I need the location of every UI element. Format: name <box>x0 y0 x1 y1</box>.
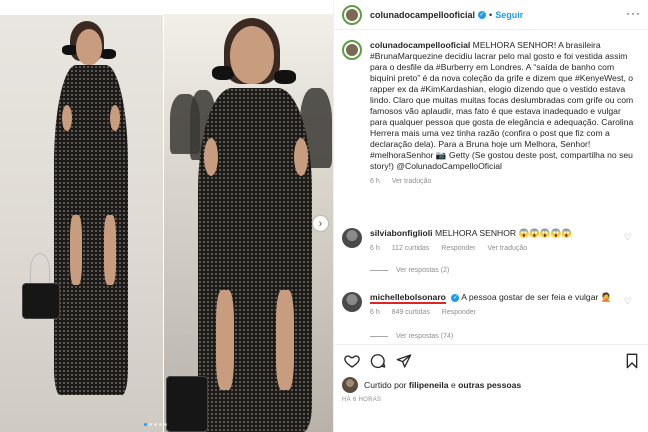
action-bar <box>334 344 648 374</box>
reply-link[interactable]: Responder <box>442 309 476 316</box>
follow-button[interactable]: Seguir <box>495 10 523 20</box>
comment-text: A pessoa gostar de ser feia e vulgar 🤦 <box>461 292 612 302</box>
avatar[interactable] <box>342 40 362 60</box>
share-icon[interactable] <box>396 353 412 369</box>
post-info-panel: colunadocampellooficial ✓ • Seguir ··· c… <box>333 0 648 432</box>
carousel-dot <box>144 423 147 426</box>
post-timestamp: HÁ 6 HORAS <box>342 397 382 403</box>
view-replies-label[interactable]: Ver respostas (74) <box>396 333 453 340</box>
avatar[interactable] <box>342 228 362 248</box>
post-media-carousel[interactable]: › <box>0 0 333 432</box>
liked-by-prefix: Curtido por <box>364 380 407 390</box>
carousel-next-button[interactable]: › <box>313 216 328 231</box>
translate-link[interactable]: Ver tradução <box>392 178 432 185</box>
handbag-right <box>166 376 208 432</box>
comment-item: silviabonfiglioli MELHORA SENHOR 😱😱😱😱😱 6… <box>342 228 642 254</box>
comment-username[interactable]: silviabonfiglioli <box>370 228 433 238</box>
separator-dot: • <box>489 9 493 20</box>
caption-time: 6 h <box>370 178 380 185</box>
heart-icon[interactable]: ♡ <box>624 296 632 307</box>
handbag-left <box>22 283 60 319</box>
view-replies-label[interactable]: Ver respostas (2) <box>396 267 449 274</box>
comment-username[interactable]: michellebolsonaro <box>370 292 446 304</box>
carousel-dots <box>144 423 167 426</box>
verified-icon: ✓ <box>478 10 487 19</box>
more-options-icon[interactable]: ··· <box>626 7 641 19</box>
carousel-dot <box>164 423 167 426</box>
post-header: colunadocampellooficial ✓ • Seguir ··· <box>334 0 648 30</box>
header-username[interactable]: colunadocampellooficial <box>370 10 475 20</box>
comment-time: 6 h <box>370 309 380 316</box>
instagram-post: › colunadocampellooficial ✓ • Seguir ···… <box>0 0 648 432</box>
liked-by: Curtido por filipeneila e outras pessoas <box>342 377 521 393</box>
avatar[interactable] <box>342 377 358 393</box>
photo-runway-right <box>164 14 333 432</box>
comment-likes[interactable]: 112 curtidas <box>392 245 430 252</box>
avatar[interactable] <box>342 292 362 312</box>
comment-text: MELHORA SENHOR 😱😱😱😱😱 <box>434 228 573 238</box>
heart-icon[interactable]: ♡ <box>624 232 632 243</box>
comment-likes[interactable]: 849 curtidas <box>392 309 430 316</box>
chevron-right-icon: › <box>318 217 323 230</box>
comment-item: michellebolsonaro ✓ A pessoa gostar de s… <box>342 292 642 318</box>
comment-time: 6 h <box>370 245 380 252</box>
caption-username[interactable]: colunadocampellooficial <box>370 40 470 50</box>
reply-link[interactable]: Responder <box>441 245 475 252</box>
carousel-dot <box>149 423 152 426</box>
view-replies[interactable]: Ver respostas (74) <box>370 333 453 340</box>
comment-icon[interactable] <box>370 353 386 369</box>
carousel-dot <box>154 423 157 426</box>
avatar[interactable] <box>342 4 362 25</box>
liked-by-connector: e <box>450 380 456 390</box>
liked-by-user[interactable]: filipeneila <box>409 380 449 390</box>
liked-by-others[interactable]: outras pessoas <box>458 380 521 390</box>
bookmark-icon[interactable] <box>624 353 640 369</box>
translate-link[interactable]: Ver tradução <box>487 245 527 252</box>
verified-icon: ✓ <box>451 293 460 302</box>
caption-body: MELHORA SENHOR! A brasileira #BrunaMarqu… <box>370 40 634 171</box>
view-replies[interactable]: Ver respostas (2) <box>370 267 449 274</box>
photo-runway-left <box>0 15 163 432</box>
caption-meta: 6 h Ver tradução <box>370 176 640 187</box>
caption: colunadocampellooficial MELHORA SENHOR! … <box>342 40 642 187</box>
heart-icon[interactable] <box>344 353 360 369</box>
carousel-dot <box>159 423 162 426</box>
